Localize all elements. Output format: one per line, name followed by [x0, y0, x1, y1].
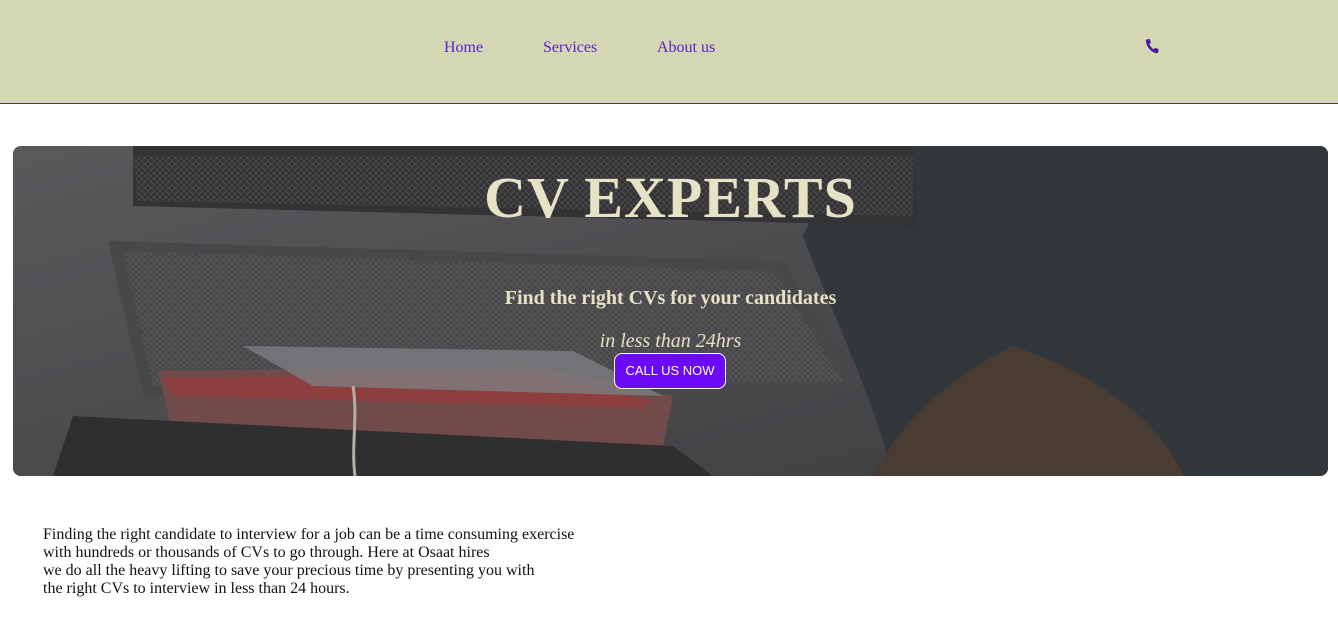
intro-line: we do all the heavy lifting to save your… — [43, 562, 535, 579]
top-navbar: Home Services About us — [0, 0, 1338, 104]
intro-paragraph: Finding the right candidate to interview… — [43, 526, 643, 598]
call-us-now-button[interactable]: CALL US NOW — [614, 353, 726, 389]
nav-link-home[interactable]: Home — [444, 38, 483, 58]
hero-title: CV EXPERTS — [484, 165, 857, 230]
hero-subtitle: Find the right CVs for your candidates — [504, 287, 837, 309]
hero-tagline: in less than 24hrs — [599, 330, 742, 352]
nav-link-about-us[interactable]: About us — [657, 38, 715, 58]
intro-line: Finding the right candidate to interview… — [43, 526, 575, 543]
phone-icon[interactable] — [1144, 38, 1160, 56]
nav-link-services[interactable]: Services — [543, 38, 597, 58]
intro-line: the right CVs to interview in less than … — [43, 580, 350, 597]
hero-banner: CV EXPERTS Find the right CVs for your c… — [13, 146, 1328, 476]
intro-line: with hundreds or thousands of CVs to go … — [43, 544, 490, 561]
